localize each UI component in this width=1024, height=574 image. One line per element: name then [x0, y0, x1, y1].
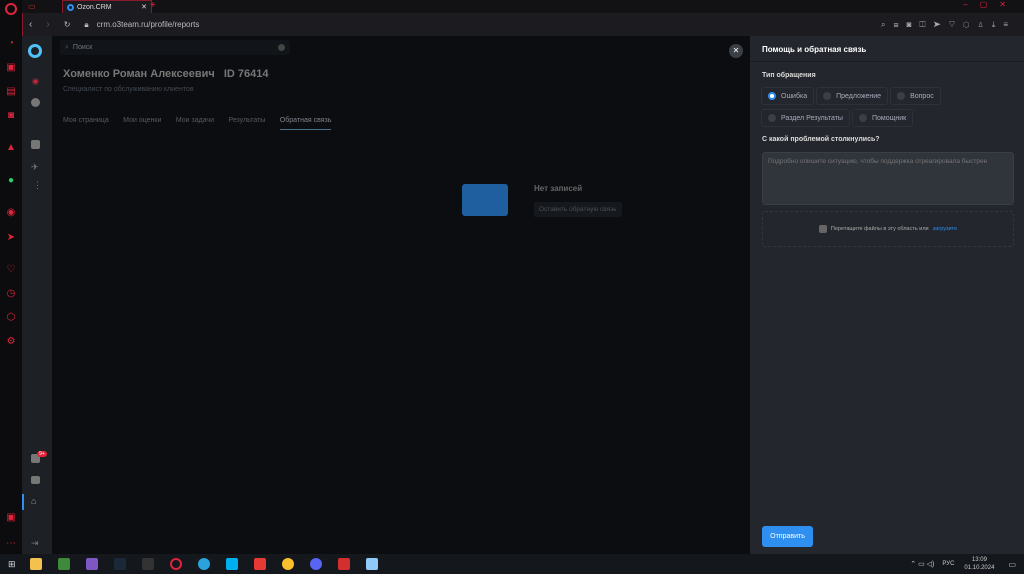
epic-icon[interactable] — [141, 558, 154, 570]
empty-box-icon — [462, 184, 508, 216]
start-icon[interactable]: ⊞ — [8, 559, 16, 570]
forward-icon[interactable]: › — [46, 19, 49, 30]
radio-results-section[interactable]: Раздел Результаты — [761, 109, 850, 127]
window-controls[interactable]: –▢✕ — [963, 0, 1018, 9]
taskbar: ⊞ ⌃ ▭ ◁) РУС 13:09 01.10.2024 ▭ — [0, 554, 1024, 574]
tab-my-ratings[interactable]: Мои оценки — [123, 117, 161, 124]
history-icon[interactable]: ◷ — [5, 288, 17, 300]
radio-assistant[interactable]: Помощник — [851, 109, 914, 127]
more-vertical-icon[interactable]: ⋮ — [33, 180, 42, 191]
url-field[interactable]: crm.o3team.ru/profile/reports — [97, 20, 200, 29]
panel-title: Помощь и обратная связь — [762, 45, 867, 54]
crm-sidebar: ✈ ⋮ 9+ ⌂ ⇥ — [22, 36, 52, 554]
feather-icon[interactable] — [85, 558, 98, 570]
new-tab-icon[interactable]: + — [150, 0, 156, 11]
instagram-icon[interactable]: ◙ — [5, 110, 17, 122]
language-indicator[interactable]: РУС — [942, 561, 954, 567]
telegram-icon[interactable] — [197, 558, 210, 570]
skype-icon[interactable] — [225, 558, 238, 570]
radio-suggestion[interactable]: Предложение — [816, 87, 889, 105]
close-panel-icon[interactable]: ✕ — [729, 44, 743, 58]
notification-badge: 9+ — [37, 451, 47, 457]
address-bar: ‹ › ↻ 🔒︎ crm.o3team.ru/profile/reports ⌕… — [22, 13, 1024, 36]
submit-button[interactable]: Отправить — [762, 526, 813, 547]
close-tab-icon[interactable]: ✕ — [141, 3, 147, 11]
profile-id: ID 76414 — [223, 68, 269, 80]
record-icon[interactable] — [32, 78, 39, 85]
minecraft-icon[interactable] — [57, 558, 70, 570]
reload-icon[interactable]: ↻ — [64, 20, 71, 29]
discord-icon[interactable] — [309, 558, 322, 570]
upload-text: Перетащите файлы в эту область или — [830, 226, 929, 232]
tab-bar: ▭ Ozon.CRM ✕ + –▢✕ — [22, 0, 1024, 13]
opera-logo-icon[interactable] — [5, 3, 17, 15]
tab-my-tasks[interactable]: Мои задачи — [176, 117, 214, 124]
player-icon[interactable]: ◉ — [5, 207, 17, 219]
tab-feedback[interactable]: Обратная связь — [279, 117, 332, 130]
search-input[interactable] — [72, 44, 273, 51]
home-icon[interactable]: ⌂ — [31, 496, 36, 506]
aria-icon[interactable]: ▲ — [5, 142, 17, 154]
divider — [750, 61, 1024, 62]
notification-center-icon[interactable]: ▭ — [1008, 560, 1016, 569]
upload-icon — [818, 225, 827, 233]
profile-name: Хоменко Роман Алексеевич — [63, 68, 215, 80]
steam-icon[interactable] — [113, 558, 126, 570]
snapshot-icon[interactable]: ▣ — [5, 512, 17, 524]
speed-dial-icon[interactable]: ◔ — [5, 38, 17, 50]
empty-title: Нет записей — [534, 184, 583, 193]
problem-label: С какой проблемой столкнулись? — [762, 136, 880, 143]
app2-icon[interactable] — [365, 558, 378, 570]
tab-my-page[interactable]: Моя страница — [63, 117, 109, 124]
heart-icon[interactable]: ♡ — [5, 264, 17, 276]
chat-icon[interactable] — [31, 476, 40, 484]
radio-question[interactable]: Вопрос — [890, 87, 941, 105]
whatsapp-icon[interactable]: ● — [5, 175, 17, 187]
lock-icon: 🔒︎ — [84, 19, 89, 29]
clock[interactable]: 13:09 01.10.2024 — [964, 556, 994, 572]
crm-logo-icon[interactable] — [28, 44, 42, 58]
tray-icons[interactable]: ⌃ ▭ ◁) — [910, 560, 934, 568]
search-icon: ⌕ — [65, 43, 69, 51]
status-icon[interactable] — [31, 98, 40, 107]
settings-icon[interactable]: ⚙ — [5, 336, 17, 348]
tab-results[interactable]: Результаты — [228, 117, 265, 124]
twitch-icon[interactable]: ▤ — [5, 86, 17, 98]
app-icon[interactable] — [337, 558, 350, 570]
browser-tab[interactable]: Ozon.CRM ✕ — [62, 0, 152, 13]
file-dropzone[interactable]: Перетащите файлы в эту область или загру… — [762, 211, 1014, 247]
profile-role: Специалист по обслуживанию клиентов — [63, 86, 194, 93]
opera-sidebar: ◔ ▣ ▤ ◙ ▲ ● ◉ ➤ ♡ ◷ ⬡ ⚙ ▣ ⋯ — [0, 0, 22, 554]
tasks-icon[interactable] — [31, 140, 40, 149]
type-radio-group: Ошибка Предложение Вопрос Раздел Результаты… — [761, 87, 1016, 131]
search-clear-icon[interactable] — [278, 44, 285, 51]
cube-icon[interactable]: ⬡ — [5, 312, 17, 324]
feedback-panel: Помощь и обратная связь Тип обращения Ош… — [750, 36, 1024, 554]
more-icon[interactable]: ⋯ — [5, 538, 17, 550]
profile-tabs: Моя страница Мои оценки Мои задачи Резул… — [63, 109, 341, 130]
send-icon[interactable]: ➤ — [5, 232, 17, 244]
problem-textarea[interactable] — [762, 152, 1014, 205]
opera-taskbar-icon[interactable] — [169, 558, 182, 570]
active-indicator — [22, 494, 24, 510]
ozon-favicon-icon — [67, 3, 74, 11]
main-content: ⌕ Хоменко Роман Алексеевич ID 76414 Спец… — [52, 36, 750, 554]
back-icon[interactable]: ‹ — [29, 19, 32, 30]
type-label: Тип обращения — [762, 72, 816, 79]
radio-error[interactable]: Ошибка — [761, 87, 815, 105]
briefcase-icon[interactable]: ▣ — [5, 62, 17, 74]
explorer-icon[interactable] — [29, 558, 42, 570]
tab-title: Ozon.CRM — [77, 3, 112, 11]
leave-feedback-button[interactable]: Оставить обратную связь — [534, 202, 622, 217]
workspace-icon[interactable]: ▭ — [28, 2, 36, 11]
toolbar-icons[interactable]: ⌕⊞◙◫➤♡⬡♙⤓≡ — [881, 20, 1016, 30]
upload-link[interactable]: загрузите — [933, 226, 957, 232]
rocket-icon[interactable]: ✈ — [31, 162, 39, 173]
logout-icon[interactable]: ⇥ — [31, 538, 39, 549]
chrome-icon[interactable] — [281, 558, 294, 570]
anydesk-icon[interactable] — [253, 558, 266, 570]
